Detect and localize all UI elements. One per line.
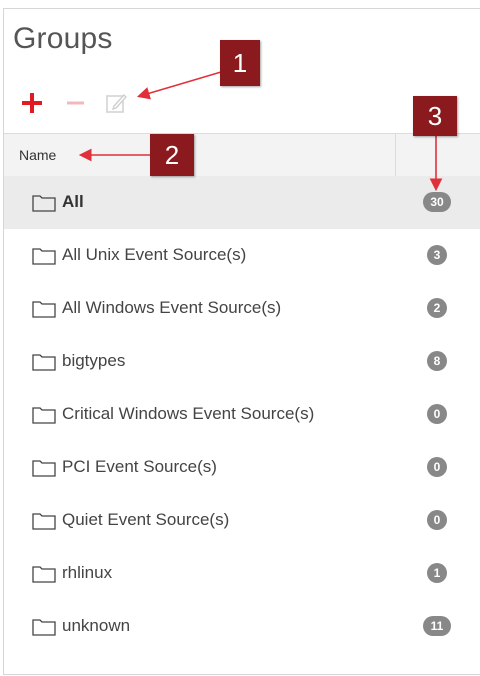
callout-1: 1 — [220, 40, 260, 86]
callout-2: 2 — [150, 134, 194, 176]
callout-3: 3 — [413, 96, 457, 136]
group-row-critical-windows[interactable]: Critical Windows Event Source(s) 0 — [4, 388, 480, 441]
minus-icon[interactable] — [65, 91, 87, 115]
edit-icon[interactable] — [105, 91, 129, 115]
column-divider — [395, 134, 396, 176]
folder-icon — [32, 193, 56, 212]
group-label: rhlinux — [62, 563, 113, 582]
count-badge: 30 — [423, 192, 451, 212]
folder-icon — [32, 405, 56, 424]
group-label: All Windows Event Source(s) — [62, 298, 282, 317]
folder-icon — [32, 617, 56, 636]
count-badge: 11 — [423, 616, 451, 636]
group-label: PCI Event Source(s) — [62, 457, 217, 476]
column-header-name[interactable]: Name — [19, 147, 56, 163]
group-row-quiet[interactable]: Quiet Event Source(s) 0 — [4, 494, 480, 547]
group-list: All 30 All Unix Event Source(s) 3 All Wi… — [4, 176, 480, 653]
count-badge: 0 — [427, 457, 447, 477]
group-label: Quiet Event Source(s) — [62, 510, 230, 529]
count-badge: 0 — [427, 404, 447, 424]
group-row-unknown[interactable]: unknown 11 — [4, 600, 480, 653]
table-header: Name — [4, 133, 480, 177]
count-badge: 8 — [427, 351, 447, 371]
group-row-all[interactable]: All 30 — [4, 176, 480, 229]
group-row-pci[interactable]: PCI Event Source(s) 0 — [4, 441, 480, 494]
count-badge: 0 — [427, 510, 447, 530]
group-row-bigtypes[interactable]: bigtypes 8 — [4, 335, 480, 388]
plus-icon[interactable] — [22, 91, 42, 115]
count-badge: 2 — [427, 298, 447, 318]
folder-icon — [32, 352, 56, 371]
group-label: unknown — [62, 616, 131, 635]
group-row-rhlinux[interactable]: rhlinux 1 — [4, 547, 480, 600]
group-label: All Unix Event Source(s) — [62, 245, 247, 264]
group-row-all-unix[interactable]: All Unix Event Source(s) 3 — [4, 229, 480, 282]
page-title: Groups — [13, 22, 113, 55]
folder-icon — [32, 511, 56, 530]
folder-icon — [32, 299, 56, 318]
folder-icon — [32, 458, 56, 477]
count-badge: 3 — [427, 245, 447, 265]
group-row-all-windows[interactable]: All Windows Event Source(s) 2 — [4, 282, 480, 335]
folder-icon — [32, 246, 56, 265]
group-label: bigtypes — [62, 351, 126, 370]
count-badge: 1 — [427, 563, 447, 583]
group-label: Critical Windows Event Source(s) — [62, 404, 315, 423]
folder-icon — [32, 564, 56, 583]
group-label: All — [62, 192, 84, 211]
